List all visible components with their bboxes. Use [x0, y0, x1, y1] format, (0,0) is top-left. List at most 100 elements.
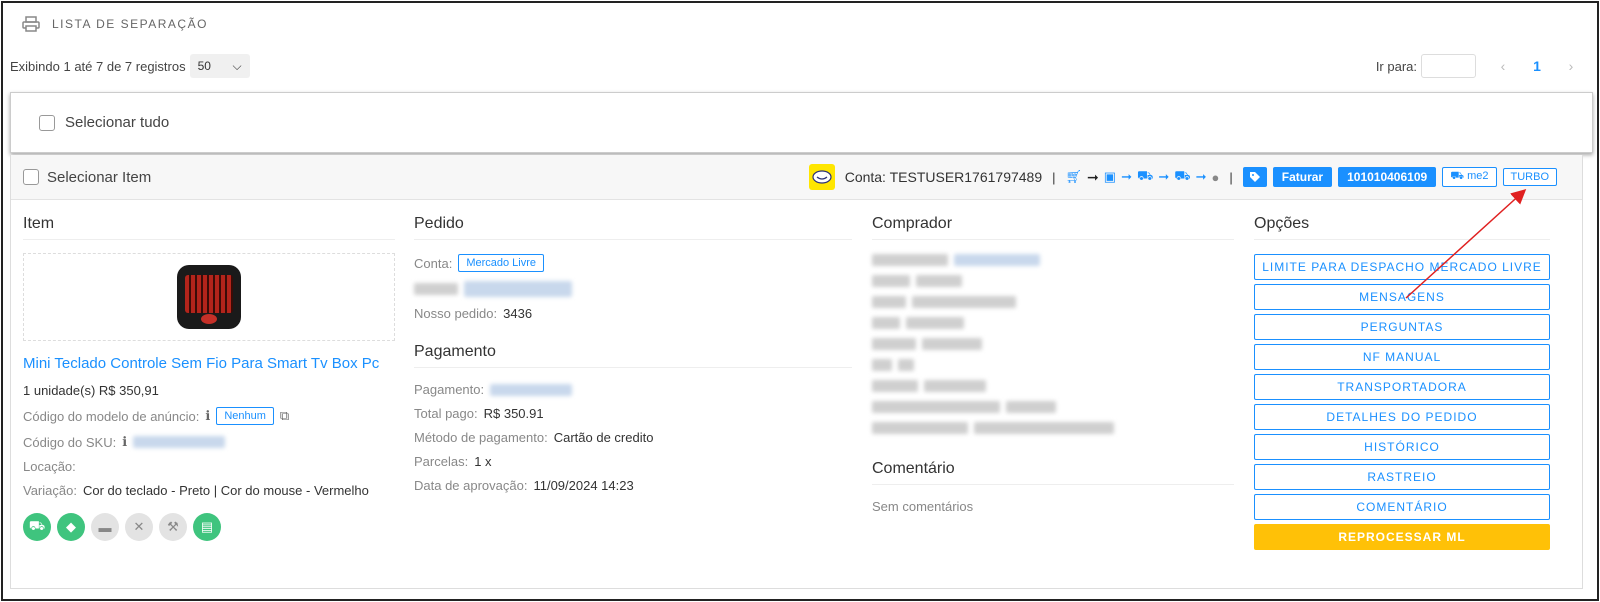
our-order-row: Nosso pedido: 3436: [414, 306, 852, 321]
dolly-icon: ⛟: [1136, 168, 1154, 183]
diamond-icon[interactable]: ◆: [57, 513, 85, 541]
arrow-right-icon: ➞: [1121, 169, 1132, 184]
shipping-mode-badge: ⛟ me2: [1442, 167, 1497, 187]
check-circle-icon: ●: [1211, 169, 1220, 185]
select-item-label[interactable]: Selecionar Item: [47, 169, 151, 186]
order-status-bar: Conta: TESTUSER1761797489 | 🛒︎ ➞ ▣ ➞ ⛟ ➞…: [808, 164, 1557, 190]
model-code-value: Nenhum: [216, 407, 274, 425]
select-all-label[interactable]: Selecionar tudo: [65, 114, 169, 131]
order-card-header: Selecionar Item Conta: TESTUSER176179748…: [11, 155, 1582, 200]
option-history-button[interactable]: HISTÓRICO: [1254, 434, 1550, 460]
buyer-row: [872, 380, 1234, 392]
hammer-icon[interactable]: ⚒: [159, 513, 187, 541]
quantity-price: 1 unidade(s) R$ 350,91: [23, 383, 159, 398]
buyer-row: [872, 296, 1234, 308]
buyer-row: [872, 422, 1234, 434]
chevron-down-icon: ⌵: [232, 58, 242, 73]
shipping-mode-label: me2: [1467, 170, 1489, 182]
option-messages-button[interactable]: MENSAGENS: [1254, 284, 1550, 310]
order-account-row: Conta: Mercado Livre: [414, 254, 852, 272]
keyboard-image: [177, 265, 241, 329]
order-account-label: Conta:: [414, 255, 453, 271]
option-carrier-button[interactable]: TRANSPORTADORA: [1254, 374, 1550, 400]
option-tracking-button[interactable]: RASTREIO: [1254, 464, 1550, 490]
payment-label: Pagamento:: [414, 382, 485, 397]
option-order-details-button[interactable]: DETALHES DO PEDIDO: [1254, 404, 1550, 430]
separator: |: [1229, 169, 1233, 185]
approval-date-label: Data de aprovação:: [414, 478, 528, 493]
variation-value: Cor do teclado - Preto | Cor do mouse - …: [82, 483, 369, 498]
order-number-row: [414, 281, 852, 297]
payment-id-row: Pagamento:: [414, 382, 852, 397]
order-flow: 🛒︎ ➞ ▣ ➞ ⛟ ➞ ⛟ ➞ ●: [1066, 168, 1220, 186]
next-page-icon[interactable]: ›: [1556, 58, 1586, 74]
location-row: Locação:: [23, 459, 395, 474]
option-comment-button[interactable]: COMENTÁRIO: [1254, 494, 1550, 520]
select-item-checkbox[interactable]: [23, 169, 39, 185]
prev-page-icon[interactable]: ‹: [1488, 58, 1518, 74]
sku-redacted: [133, 436, 226, 448]
sku-row: Código do SKU: ℹ: [23, 434, 395, 450]
total-paid-row: Total pago: R$ 350.91: [414, 406, 852, 421]
location-label: Locação:: [23, 459, 76, 474]
shipping-truck-icon[interactable]: ⛟: [23, 513, 51, 541]
close-icon[interactable]: ✕: [125, 513, 153, 541]
pagination: Ir para: ‹ 1 ›: [1376, 54, 1586, 78]
arrow-right-icon: ➞: [1195, 169, 1207, 184]
buyer-row: [872, 254, 1234, 266]
reprocess-ml-button[interactable]: REPROCESSAR ML: [1254, 524, 1550, 550]
item-heading: Item: [23, 215, 395, 240]
order-heading: Pedido: [414, 215, 852, 240]
page-size-select[interactable]: 50 ⌵: [189, 54, 250, 78]
arrow-right-icon: ➞: [1087, 168, 1099, 185]
tag-button[interactable]: [1242, 167, 1267, 187]
order-card: Selecionar Item Conta: TESTUSER176179748…: [10, 155, 1583, 589]
info-icon: ℹ: [205, 408, 211, 423]
comment-row: Sem comentários: [872, 499, 1234, 514]
records-info: Exibindo 1 até 7 de 7 registros 50 ⌵: [10, 54, 250, 78]
invoice-button[interactable]: Faturar: [1272, 167, 1333, 187]
buyer-column: Comprador Comentário Sem comentários: [872, 215, 1234, 514]
goto-label: Ir para:: [1375, 58, 1417, 74]
payment-heading: Pagamento: [414, 343, 852, 368]
variation-row: Variação: Cor do teclado - Preto | Cor d…: [23, 483, 395, 498]
buyer-row: [872, 338, 1234, 350]
current-page[interactable]: 1: [1522, 58, 1552, 74]
installments-row: Parcelas: 1 x: [414, 454, 852, 469]
select-all-checkbox[interactable]: [39, 114, 55, 131]
option-manual-invoice-button[interactable]: NF MANUAL: [1254, 344, 1550, 370]
option-questions-button[interactable]: PERGUNTAS: [1254, 314, 1550, 340]
order-id-button[interactable]: 101010406109: [1338, 167, 1437, 187]
payment-method-label: Método de pagamento:: [414, 430, 548, 445]
printer-icon: [22, 16, 40, 32]
turbo-badge: TURBO: [1502, 168, 1557, 186]
product-title-link[interactable]: Mini Teclado Controle Sem Fio Para Smart…: [23, 355, 395, 372]
payment-method-row: Método de pagamento: Cartão de credito: [414, 430, 852, 445]
copy-icon[interactable]: ⧉: [280, 408, 289, 424]
mercado-livre-logo: [808, 164, 835, 190]
product-image: [23, 253, 395, 341]
approval-date-value: 11/09/2024 14:23: [533, 478, 634, 493]
goto-page-input[interactable]: [1421, 54, 1476, 78]
option-dispatch-limit-button[interactable]: LIMITE PARA DESPACHO MERCADO LIVRE: [1254, 254, 1550, 280]
arrow-right-icon: ➞: [1158, 169, 1170, 184]
order-label-redacted: [414, 283, 458, 295]
action-icons: ⛟ ◆ ▬ ✕ ⚒ ▤: [23, 513, 395, 541]
sku-label: Código do SKU:: [23, 434, 117, 450]
item-column: Item Mini Teclado Controle Sem Fio Para …: [23, 215, 395, 541]
credit-card-icon[interactable]: ▬: [91, 513, 119, 541]
separator: |: [1052, 169, 1056, 185]
truck-icon: ⛟: [1450, 170, 1465, 182]
approval-date-row: Data de aprovação: 11/09/2024 14:23: [414, 478, 852, 493]
buyer-heading: Comprador: [872, 215, 1234, 240]
order-account-value: Mercado Livre: [458, 254, 545, 272]
package-icon[interactable]: ▤: [193, 513, 221, 541]
page-size-value: 50: [197, 59, 211, 73]
cart-icon: 🛒︎: [1065, 169, 1083, 184]
order-column: Pedido Conta: Mercado Livre Nosso pedido…: [414, 215, 852, 493]
payment-method-value: Cartão de credito: [553, 430, 654, 445]
records-text: Exibindo 1 até 7 de 7 registros: [10, 58, 186, 74]
buyer-row: [872, 317, 1234, 329]
installments-value: 1 x: [474, 454, 492, 469]
model-code-row: Código do modelo de anúncio: ℹ Nenhum ⧉: [23, 407, 395, 425]
